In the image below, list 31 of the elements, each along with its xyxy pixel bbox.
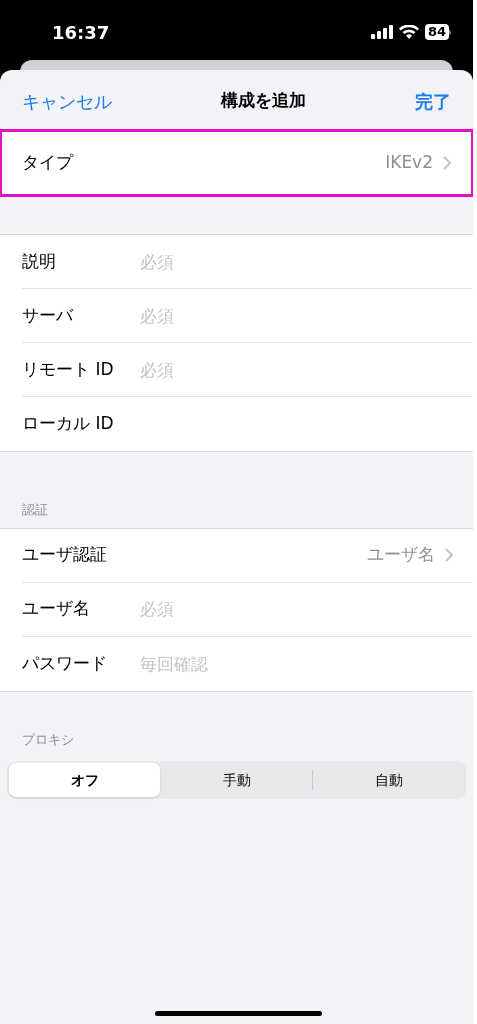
chevron-icon	[443, 156, 451, 170]
segment-tab[interactable]: 自動	[313, 763, 464, 797]
done-button[interactable]: 完了	[415, 87, 451, 115]
row-value: IKEv2	[385, 151, 433, 175]
row-value: ユーザ名	[367, 543, 435, 567]
segment-tab[interactable]: オフ	[9, 763, 160, 797]
row-label: タイプ	[22, 151, 73, 175]
text-field[interactable]: 必須	[140, 289, 453, 342]
text-field[interactable]: 毎回確認	[140, 636, 453, 691]
section-header: 認証	[21, 501, 49, 519]
row-label: ローカル ID	[22, 412, 115, 436]
select-row[interactable]: ユーザ認証 ユーザ名	[0, 528, 473, 583]
clock-time: 16:37	[52, 20, 110, 45]
wifi-icon	[398, 25, 419, 39]
row-label: パスワード	[22, 651, 108, 675]
cancel-button[interactable]: キャンセル	[22, 87, 112, 115]
sheet-title: 構成を追加	[221, 89, 306, 113]
chevron-icon	[445, 548, 453, 562]
row-label: ユーザ認証	[22, 543, 108, 567]
text-field[interactable]: 必須	[140, 235, 453, 288]
row-label: 説明	[22, 249, 57, 273]
section-header: プロキシ	[21, 730, 75, 749]
row-label: サーバ	[22, 303, 75, 327]
row-label: ユーザ名	[22, 597, 91, 621]
signal-icon	[370, 25, 393, 39]
type-row[interactable]: タイプ IKEv2	[2, 132, 471, 194]
row-label: リモート ID	[22, 357, 115, 381]
segment-tab[interactable]: 手動	[161, 763, 312, 797]
battery-level: 84	[424, 24, 449, 40]
text-field[interactable]: 必須	[140, 343, 453, 396]
text-field[interactable]: 必須	[140, 582, 453, 636]
